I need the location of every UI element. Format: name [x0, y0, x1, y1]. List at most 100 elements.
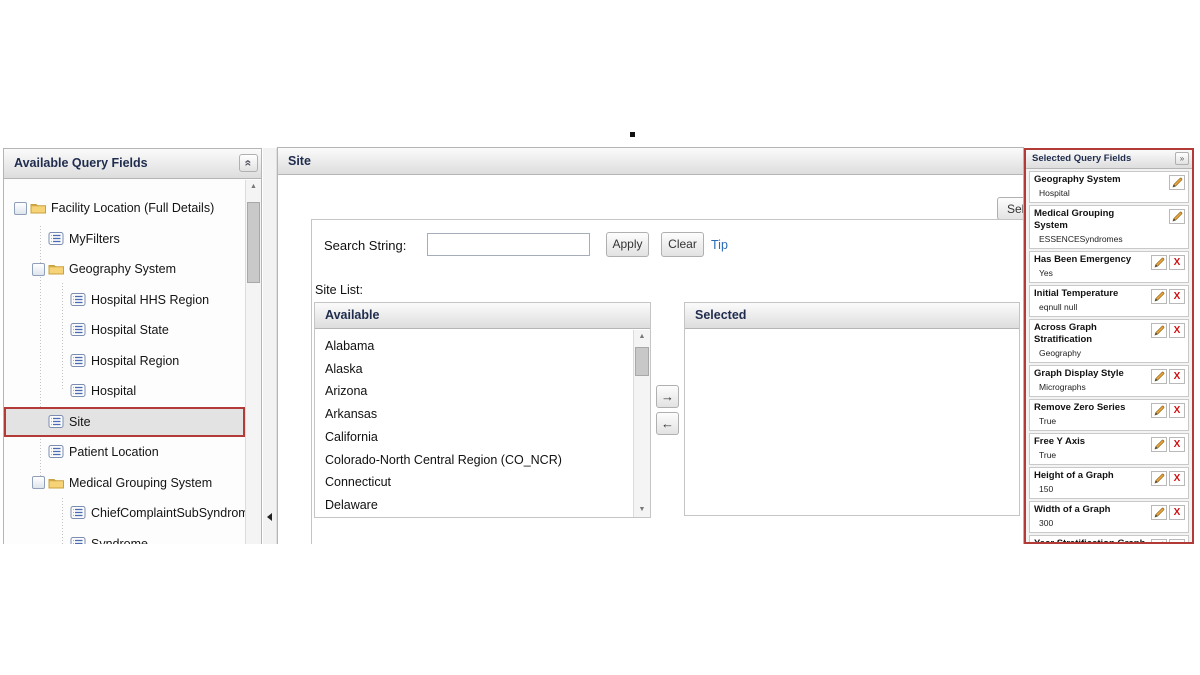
selected-query-field-card: Initial Temperature eqnull null X: [1029, 285, 1189, 317]
tip-link[interactable]: Tip: [711, 238, 728, 252]
folder-icon: [30, 201, 47, 215]
selected-header: Selected: [695, 308, 746, 322]
field-icon: [48, 232, 65, 246]
field-icon: [48, 445, 65, 459]
tree-item-label: Hospital Region: [91, 354, 179, 368]
list-item[interactable]: Delaware: [325, 494, 650, 517]
tree-item-label: Facility Location (Full Details): [51, 201, 214, 215]
field-icon: [70, 384, 87, 398]
scrollbar-thumb[interactable]: [635, 347, 649, 376]
edit-pencil-icon[interactable]: [1151, 323, 1167, 338]
scrollbar-thumb[interactable]: [247, 202, 260, 283]
list-item[interactable]: Arizona: [325, 380, 650, 403]
tree-item[interactable]: Geography System: [4, 254, 245, 285]
tree-item-label: Geography System: [69, 262, 176, 276]
field-icon: [70, 506, 87, 520]
edit-pencil-icon[interactable]: [1151, 505, 1167, 520]
delete-x-icon[interactable]: X: [1169, 289, 1185, 304]
delete-x-icon[interactable]: X: [1169, 539, 1185, 544]
scroll-up-icon[interactable]: ▲: [246, 180, 261, 194]
tree-item[interactable]: MyFilters: [4, 224, 245, 255]
field-name: Geography System: [1034, 174, 1184, 186]
field-value: ESSENCESyndromes: [1039, 234, 1184, 245]
tree-collapse-icon[interactable]: [32, 263, 45, 276]
delete-x-icon[interactable]: X: [1169, 505, 1185, 520]
field-value: Geography: [1039, 348, 1184, 359]
edit-pencil-icon[interactable]: [1169, 209, 1185, 224]
tree-item-label: Site: [69, 415, 91, 429]
selected-query-field-card: Has Been Emergency Yes X: [1029, 251, 1189, 283]
site-panel-title: Site: [288, 154, 311, 168]
panel-collapse-icon[interactable]: «: [239, 154, 258, 172]
select-button[interactable]: Sel: [997, 197, 1024, 220]
tree-item[interactable]: Facility Location (Full Details): [4, 193, 245, 224]
tree-item[interactable]: Site: [4, 407, 245, 438]
delete-x-icon[interactable]: X: [1169, 403, 1185, 418]
tree-item[interactable]: Hospital State: [4, 315, 245, 346]
selected-query-fields-list: Geography System Hospital X Medical Grou…: [1026, 169, 1192, 544]
scroll-down-icon[interactable]: ▼: [634, 503, 650, 517]
apply-button[interactable]: Apply: [606, 232, 649, 257]
edit-pencil-icon[interactable]: [1151, 403, 1167, 418]
delete-x-icon[interactable]: X: [1169, 323, 1185, 338]
available-query-fields-title: Available Query Fields: [14, 156, 148, 170]
tree-collapse-icon[interactable]: [14, 202, 27, 215]
query-fields-tree: Facility Location (Full Details) MyFilte…: [4, 179, 245, 544]
scroll-up-icon[interactable]: ▲: [634, 330, 650, 344]
edit-pencil-icon[interactable]: [1151, 437, 1167, 452]
selected-query-field-card: Across Graph Stratification Geography X: [1029, 319, 1189, 363]
list-item[interactable]: Colorado-North Central Region (CO_NCR): [325, 449, 650, 472]
edit-pencil-icon[interactable]: [1151, 289, 1167, 304]
list-item[interactable]: Alaska: [325, 358, 650, 381]
list-item[interactable]: Alabama: [325, 335, 650, 358]
splitter-collapse-icon[interactable]: [267, 513, 272, 521]
field-icon: [70, 323, 87, 337]
delete-x-icon[interactable]: X: [1169, 471, 1185, 486]
panel-splitter[interactable]: [263, 148, 277, 544]
tree-item[interactable]: Patient Location: [4, 437, 245, 468]
search-string-input[interactable]: [427, 233, 590, 256]
edit-pencil-icon[interactable]: [1151, 539, 1167, 544]
field-icon: [70, 293, 87, 307]
tree-item-label: MyFilters: [69, 232, 120, 246]
selected-query-fields-panel: Selected Query Fields » Geography System…: [1024, 148, 1194, 544]
delete-x-icon[interactable]: X: [1169, 437, 1185, 452]
field-icon: [70, 354, 87, 368]
delete-x-icon[interactable]: X: [1169, 255, 1185, 270]
tree-item-label: Hospital State: [91, 323, 169, 337]
tree-item-label: ChiefComplaintSubSyndromes: [91, 506, 262, 520]
edit-pencil-icon[interactable]: [1151, 255, 1167, 270]
tree-item-label: Hospital: [91, 384, 136, 398]
available-listbox: Available AlabamaAlaskaArizonaArkansasCa…: [314, 302, 651, 518]
panel-expand-icon[interactable]: »: [1175, 152, 1189, 165]
edit-pencil-icon[interactable]: [1151, 369, 1167, 384]
edit-pencil-icon[interactable]: [1151, 471, 1167, 486]
list-item[interactable]: California: [325, 426, 650, 449]
tree-collapse-icon[interactable]: [32, 476, 45, 489]
search-string-label: Search String:: [324, 238, 406, 253]
selected-items: [685, 330, 1019, 335]
arrow-right-icon: →: [661, 389, 674, 404]
tree-item[interactable]: ChiefComplaintSubSyndromes: [4, 498, 245, 529]
move-left-button[interactable]: ←: [656, 412, 679, 435]
tree-item-label: Syndrome: [91, 537, 148, 544]
tree-item[interactable]: Medical Grouping System: [4, 468, 245, 499]
tree-item[interactable]: Syndrome: [4, 529, 245, 545]
clear-button[interactable]: Clear: [661, 232, 704, 257]
available-scrollbar[interactable]: ▲ ▼: [633, 330, 650, 517]
field-icon: [48, 415, 65, 429]
selected-query-field-card: Free Y Axis True X: [1029, 433, 1189, 465]
tree-item[interactable]: Hospital HHS Region: [4, 285, 245, 316]
move-right-button[interactable]: →: [656, 385, 679, 408]
tree-scrollbar[interactable]: ▲: [245, 180, 261, 544]
field-name: Medical Grouping System: [1034, 208, 1184, 232]
selected-query-field-card: Remove Zero Series True X: [1029, 399, 1189, 431]
selected-listbox: Selected: [684, 302, 1020, 516]
application-viewport: Available Query Fields «: [0, 0, 1200, 544]
tree-item[interactable]: Hospital Region: [4, 346, 245, 377]
list-item[interactable]: Arkansas: [325, 403, 650, 426]
tree-item[interactable]: Hospital: [4, 376, 245, 407]
list-item[interactable]: Connecticut: [325, 471, 650, 494]
delete-x-icon[interactable]: X: [1169, 369, 1185, 384]
edit-pencil-icon[interactable]: [1169, 175, 1185, 190]
